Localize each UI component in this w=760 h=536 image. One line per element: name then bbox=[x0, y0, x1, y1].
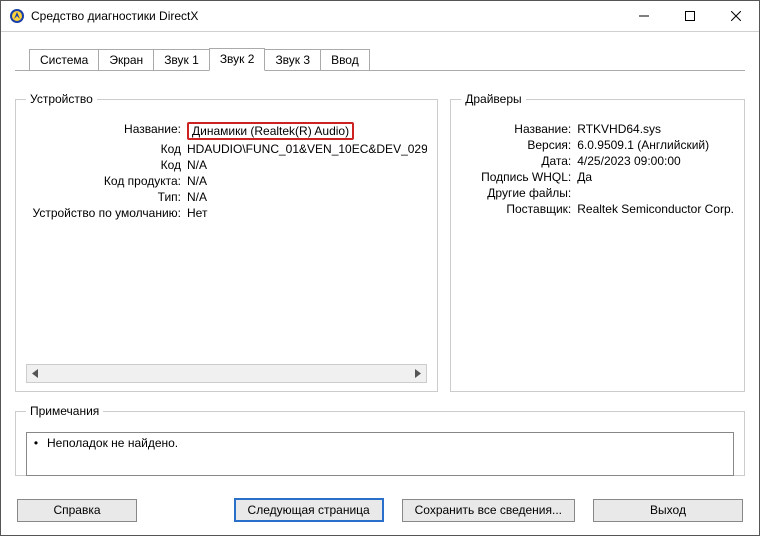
label: Код bbox=[26, 158, 187, 172]
client-area: Система Экран Звук 1 Звук 2 Звук 3 Ввод … bbox=[1, 32, 759, 485]
tab-label: Звук 1 bbox=[164, 53, 199, 67]
app-window: Средство диагностики DirectX Система Экр… bbox=[0, 0, 760, 536]
device-row-code: Код HDAUDIO\FUNC_01&VEN_10EC&DEV_0298&SU… bbox=[26, 142, 427, 156]
window-title: Средство диагностики DirectX bbox=[31, 9, 621, 23]
footer: Справка Следующая страница Сохранить все… bbox=[1, 485, 759, 535]
tab-label: Звук 2 bbox=[220, 52, 255, 66]
driver-row-date: Дата: 4/25/2023 09:00:00 bbox=[461, 154, 734, 168]
value: 4/25/2023 09:00:00 bbox=[577, 154, 734, 168]
value: Realtek Semiconductor Corp. bbox=[577, 202, 734, 216]
notes-legend: Примечания bbox=[26, 404, 103, 418]
device-row-name: Название: Динамики (Realtek(R) Audio) bbox=[26, 122, 427, 140]
window-buttons bbox=[621, 1, 759, 31]
tab-label: Система bbox=[40, 53, 88, 67]
close-button[interactable] bbox=[713, 1, 759, 31]
tab-system[interactable]: Система bbox=[29, 49, 99, 71]
scroll-right-arrow-icon[interactable] bbox=[409, 366, 426, 381]
driver-row-version: Версия: 6.0.9509.1 (Английский) bbox=[461, 138, 734, 152]
label: Дата: bbox=[461, 154, 577, 168]
tab-label: Звук 3 bbox=[275, 53, 310, 67]
value: 6.0.9509.1 (Английский) bbox=[577, 138, 734, 152]
device-row-type: Тип: N/A bbox=[26, 190, 427, 204]
notes-group: Примечания • Неполадок не найдено. bbox=[15, 404, 745, 476]
value: HDAUDIO\FUNC_01&VEN_10EC&DEV_0298&SUB bbox=[187, 142, 427, 156]
value: N/A bbox=[187, 158, 427, 172]
tab-sound-1[interactable]: Звук 1 bbox=[153, 49, 210, 71]
tab-input[interactable]: Ввод bbox=[320, 49, 370, 71]
value: Да bbox=[577, 170, 734, 184]
panels-row: Устройство Название: Динамики (Realtek(R… bbox=[15, 92, 745, 392]
device-row-code2: Код N/A bbox=[26, 158, 427, 172]
value: RTKVHD64.sys bbox=[577, 122, 734, 136]
label: Название: bbox=[26, 122, 187, 140]
tab-underline bbox=[15, 70, 745, 71]
label: Тип: bbox=[26, 190, 187, 204]
label: Код продукта: bbox=[26, 174, 187, 188]
driver-row-vendor: Поставщик: Realtek Semiconductor Corp. bbox=[461, 202, 734, 216]
label: Версия: bbox=[461, 138, 577, 152]
app-icon bbox=[9, 8, 25, 24]
save-all-info-button[interactable]: Сохранить все сведения... bbox=[402, 499, 575, 522]
value: N/A bbox=[187, 174, 427, 188]
bullet-icon: • bbox=[33, 436, 39, 450]
notes-body[interactable]: • Неполадок не найдено. bbox=[26, 432, 734, 476]
tab-label: Ввод bbox=[331, 53, 359, 67]
value: Нет bbox=[187, 206, 427, 220]
device-legend: Устройство bbox=[26, 92, 97, 106]
driver-row-whql: Подпись WHQL: Да bbox=[461, 170, 734, 184]
maximize-button[interactable] bbox=[667, 1, 713, 31]
driver-row-other-files: Другие файлы: bbox=[461, 186, 734, 200]
label: Другие файлы: bbox=[461, 186, 577, 200]
drivers-legend: Драйверы bbox=[461, 92, 525, 106]
exit-button[interactable]: Выход bbox=[593, 499, 743, 522]
device-group: Устройство Название: Динамики (Realtek(R… bbox=[15, 92, 438, 392]
value bbox=[577, 186, 734, 200]
driver-row-name: Название: RTKVHD64.sys bbox=[461, 122, 734, 136]
notes-line: • Неполадок не найдено. bbox=[33, 436, 727, 450]
value: N/A bbox=[187, 190, 427, 204]
tab-display[interactable]: Экран bbox=[98, 49, 154, 71]
tab-label: Экран bbox=[109, 53, 143, 67]
minimize-button[interactable] bbox=[621, 1, 667, 31]
next-page-button[interactable]: Следующая страница bbox=[234, 498, 384, 522]
notes-text: Неполадок не найдено. bbox=[47, 436, 178, 450]
help-button[interactable]: Справка bbox=[17, 499, 137, 522]
label: Название: bbox=[461, 122, 577, 136]
tab-sound-2[interactable]: Звук 2 bbox=[209, 48, 266, 71]
device-name-highlight: Динамики (Realtek(R) Audio) bbox=[187, 122, 354, 140]
tab-strip: Система Экран Звук 1 Звук 2 Звук 3 Ввод bbox=[29, 46, 745, 70]
scroll-left-arrow-icon[interactable] bbox=[27, 366, 44, 381]
value: Динамики (Realtek(R) Audio) bbox=[187, 122, 427, 140]
notes-section: Примечания • Неполадок не найдено. bbox=[15, 404, 745, 476]
titlebar: Средство диагностики DirectX bbox=[1, 1, 759, 32]
device-row-default: Устройство по умолчанию: Нет bbox=[26, 206, 427, 220]
tab-sound-3[interactable]: Звук 3 bbox=[264, 49, 321, 71]
label: Подпись WHQL: bbox=[461, 170, 577, 184]
drivers-group: Драйверы Название: RTKVHD64.sys Версия: … bbox=[450, 92, 745, 392]
label: Поставщик: bbox=[461, 202, 577, 216]
label: Устройство по умолчанию: bbox=[26, 206, 187, 220]
label: Код bbox=[26, 142, 187, 156]
device-row-product-code: Код продукта: N/A bbox=[26, 174, 427, 188]
device-horizontal-scrollbar[interactable] bbox=[26, 364, 427, 383]
